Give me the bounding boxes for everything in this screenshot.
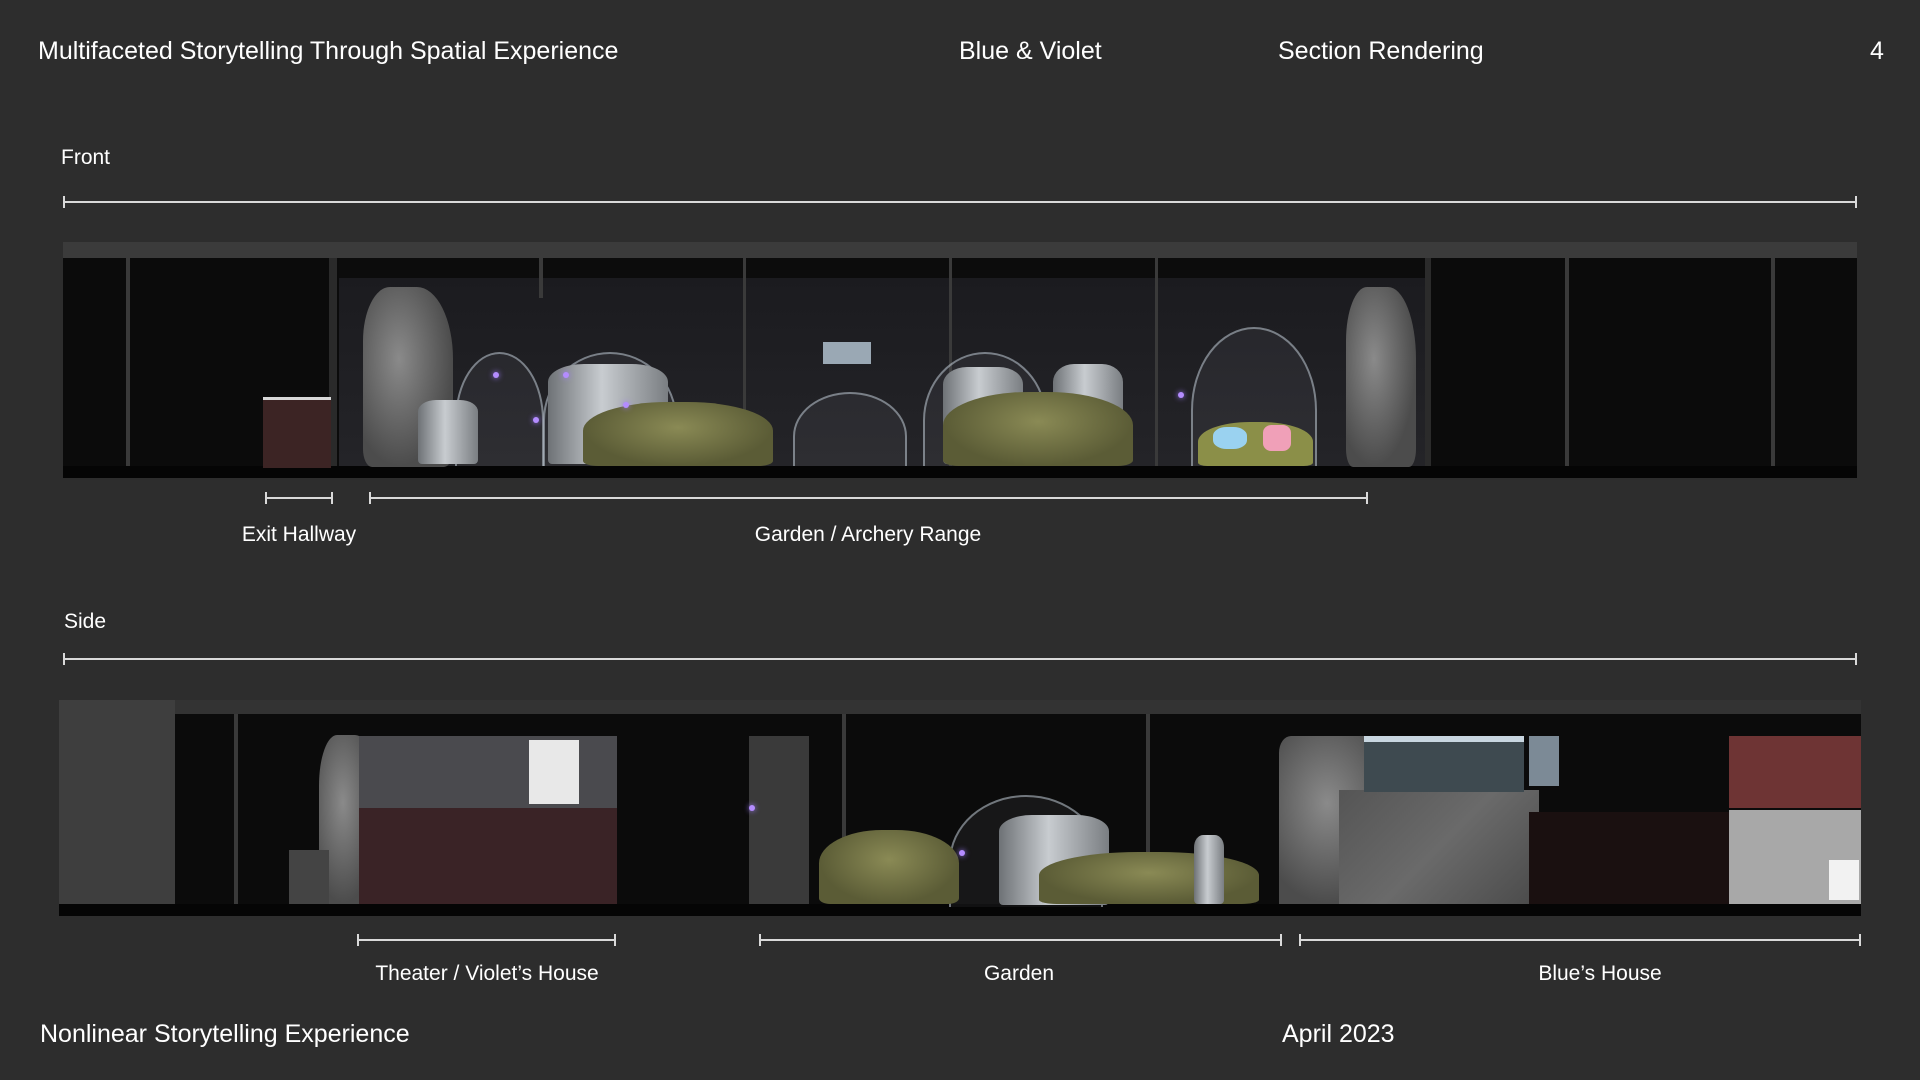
front-overall-dimension-line — [63, 196, 1857, 208]
side-overall-dimension-line — [63, 653, 1857, 665]
blues-house-dimension-line — [1299, 934, 1861, 946]
theater-dimension-line — [357, 934, 616, 946]
sheet-subject: Section Rendering — [1278, 37, 1484, 65]
page-number: 4 — [1870, 37, 1884, 65]
zone-label-garden-archery-range: Garden / Archery Range — [754, 523, 982, 546]
presentation-title: Multifaceted Storytelling Through Spatia… — [38, 37, 619, 65]
side-section-label: Side — [64, 610, 107, 633]
footer-course-title: Nonlinear Storytelling Experience — [40, 1020, 410, 1048]
front-section-rendering — [63, 242, 1857, 478]
deer-icon — [1263, 425, 1291, 451]
zone-label-exit-hallway: Exit Hallway — [241, 523, 357, 546]
project-name: Blue & Violet — [959, 37, 1102, 65]
zone-label-blues-house: Blue’s House — [1538, 962, 1662, 985]
exit-hallway-dimension-line — [265, 492, 333, 504]
garden-archery-dimension-line — [369, 492, 1368, 504]
swan-icon — [1213, 427, 1247, 449]
side-section-rendering — [59, 700, 1861, 916]
zone-label-garden: Garden — [983, 962, 1055, 985]
garden-dimension-line — [759, 934, 1282, 946]
footer-date: April 2023 — [1282, 1020, 1395, 1048]
front-section-label: Front — [61, 146, 111, 169]
exit-door-light — [263, 397, 331, 468]
zone-label-theater-violets-house: Theater / Violet’s House — [375, 962, 599, 985]
